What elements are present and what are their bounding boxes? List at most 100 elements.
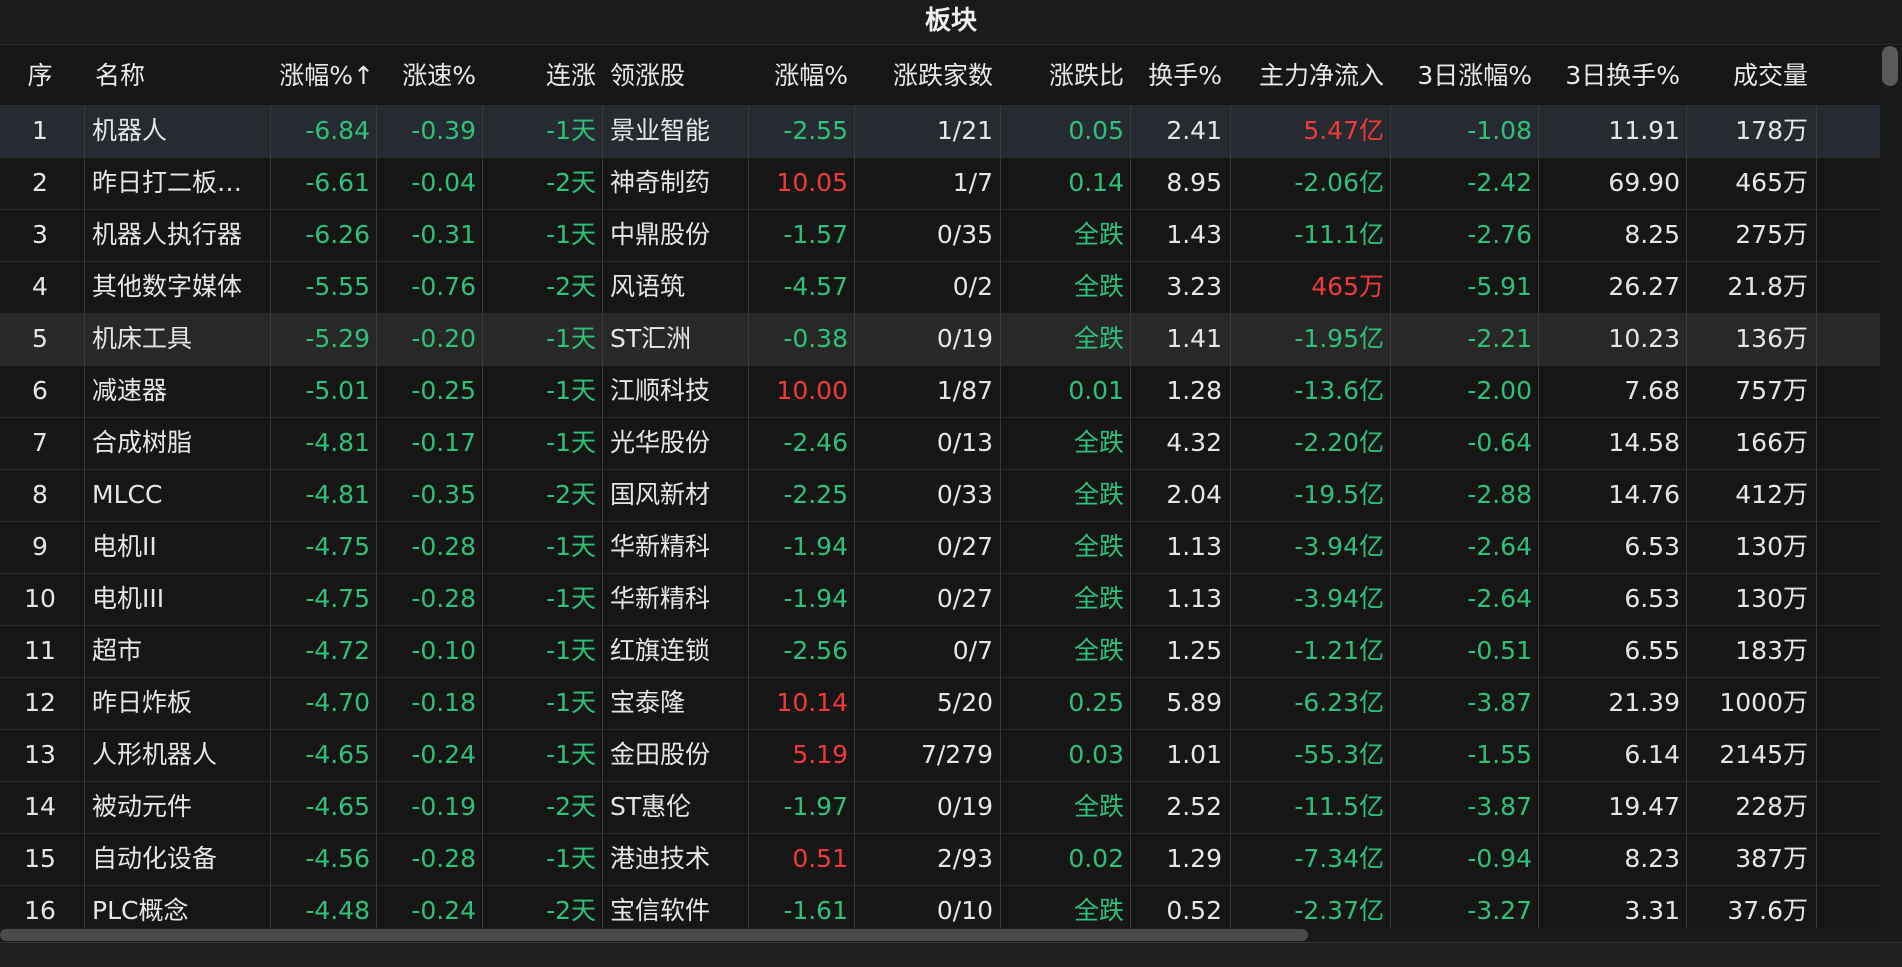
column-divider <box>482 521 483 573</box>
table-row[interactable]: 15 自动化设备 -4.56 -0.28 -1天 港迪技术 0.51 2/93 0.02 1.29… <box>0 833 1880 886</box>
column-divider <box>1538 313 1539 365</box>
column-divider <box>482 313 483 365</box>
column-divider <box>602 833 603 885</box>
cell-ratio: 0.03 <box>1068 740 1124 769</box>
table-row[interactable]: 7 合成树脂 -4.81 -0.17 -1天 光华股份 -2.46 0/13 全跌 4.32 -2.… <box>0 417 1880 470</box>
table-row[interactable]: 3 机器人执行器 -6.26 -0.31 -1天 中鼎股份 -1.57 0/35 全跌 1.43 -… <box>0 209 1880 262</box>
table-row[interactable]: 2 昨日打二板… -6.61 -0.04 -2天 神奇制药 10.05 1/7 0.14 8.95… <box>0 157 1880 210</box>
column-divider <box>1816 833 1817 885</box>
column-divider <box>1686 833 1687 885</box>
column-divider <box>1390 677 1391 729</box>
cell-chg3: -5.91 <box>1467 272 1532 301</box>
table-row[interactable]: 13 人形机器人 -4.65 -0.24 -1天 金田股份 5.19 7/279 0.03 1.0… <box>0 729 1880 782</box>
table-row[interactable]: 6 减速器 -5.01 -0.25 -1天 江顺科技 10.00 1/87 0.01 1.28 -1… <box>0 365 1880 418</box>
column-divider <box>376 625 377 677</box>
cell-ratio: 全跌 <box>1073 480 1124 509</box>
column-divider <box>84 833 85 885</box>
cell-lchg: -4.57 <box>783 272 848 301</box>
table-header: 序名称 涨幅%↑ 涨速% 连涨 领涨股 涨幅% 涨跌家数 涨跌比 换手% 主力净流入 3日涨幅% 3日… <box>0 47 1880 106</box>
column-divider <box>1390 729 1391 781</box>
cell-chg3: -2.00 <box>1467 376 1532 405</box>
table-row[interactable]: 10 电机III -4.75 -0.28 -1天 华新精科 -1.94 0/27 全跌 1.13 -… <box>0 573 1880 626</box>
vertical-scrollbar-track[interactable] <box>1880 47 1902 929</box>
horizontal-scrollbar-thumb[interactable] <box>0 929 1308 941</box>
table-row[interactable]: 5 机床工具 -5.29 -0.20 -1天 ST汇洲 -0.38 0/19 全跌 1.41 -1.… <box>0 313 1880 366</box>
cell-ratio: 全跌 <box>1073 792 1124 821</box>
cell-turn3: 14.58 <box>1608 428 1680 457</box>
cell-idx: 11 <box>24 636 56 665</box>
column-divider <box>482 729 483 781</box>
column-divider <box>1230 209 1231 261</box>
column-divider <box>1686 105 1687 157</box>
column-divider <box>1538 157 1539 209</box>
column-header-streak[interactable]: 连涨 <box>484 47 596 105</box>
column-divider <box>482 885 483 929</box>
cell-lchg: -1.97 <box>783 792 848 821</box>
cell-updown: 5/20 <box>936 688 993 717</box>
cell-volume: 130万 <box>1735 532 1808 561</box>
cell-lchg: -1.61 <box>783 896 848 925</box>
cell-lchg: 10.00 <box>776 376 848 405</box>
table-row[interactable]: 11 超市 -4.72 -0.10 -1天 红旗连锁 -2.56 0/7 全跌 1.25 -1.21… <box>0 625 1880 678</box>
column-header-inflow[interactable]: 主力净流入 <box>1232 47 1384 105</box>
column-divider <box>1816 417 1817 469</box>
column-divider <box>376 365 377 417</box>
column-header-leader[interactable]: 领涨股 <box>610 47 730 105</box>
cell-lchg: -1.57 <box>783 220 848 249</box>
cell-inflow: -6.23亿 <box>1294 688 1384 717</box>
table-row[interactable]: 16 PLC概念 -4.48 -0.24 -2天 宝信软件 -1.61 0/10 全跌 0.52 -… <box>0 885 1880 929</box>
column-divider <box>1538 209 1539 261</box>
cell-volume: 757万 <box>1735 376 1808 405</box>
vertical-scrollbar-thumb[interactable] <box>1882 46 1898 86</box>
column-divider <box>602 677 603 729</box>
column-divider <box>482 209 483 261</box>
column-header-turnover[interactable]: 换手% <box>1130 47 1222 105</box>
column-header-lchg[interactable]: 涨幅% <box>750 47 848 105</box>
column-divider <box>482 157 483 209</box>
column-header-name[interactable]: 名称 <box>95 47 215 105</box>
column-header-chg3[interactable]: 3日涨幅% <box>1392 47 1532 105</box>
cell-inflow: -1.21亿 <box>1294 636 1384 665</box>
column-divider <box>1230 313 1231 365</box>
cell-lchg: -2.25 <box>783 480 848 509</box>
column-divider <box>482 105 483 157</box>
table-row[interactable]: 9 电机II -4.75 -0.28 -1天 华新精科 -1.94 0/27 全跌 1.13 -3.… <box>0 521 1880 574</box>
column-divider <box>1816 781 1817 833</box>
cell-streak: -1天 <box>546 428 596 457</box>
cell-turnover: 3.23 <box>1166 272 1222 301</box>
cell-volume: 412万 <box>1735 480 1808 509</box>
column-divider <box>1390 781 1391 833</box>
column-header-volume[interactable]: 成交量 <box>1688 47 1808 105</box>
column-header-chg[interactable]: 涨幅%↑ <box>272 47 374 105</box>
cell-turnover: 1.25 <box>1166 636 1222 665</box>
cell-name: 电机III <box>92 584 165 613</box>
column-divider <box>602 729 603 781</box>
cell-turnover: 1.01 <box>1166 740 1222 769</box>
column-divider <box>482 781 483 833</box>
column-divider <box>602 105 603 157</box>
column-divider <box>84 885 85 929</box>
column-divider <box>602 469 603 521</box>
column-divider <box>1390 885 1391 929</box>
column-divider <box>84 469 85 521</box>
column-divider <box>1538 573 1539 625</box>
table-row[interactable]: 4 其他数字媒体 -5.55 -0.76 -2天 风语筑 -4.57 0/2 全跌 3.23 465… <box>0 261 1880 314</box>
column-divider <box>1686 573 1687 625</box>
column-header-updown[interactable]: 涨跌家数 <box>855 47 993 105</box>
cell-updown: 2/93 <box>936 844 993 873</box>
cell-chg3: -2.42 <box>1467 168 1532 197</box>
column-divider <box>376 209 377 261</box>
cell-speed: -0.18 <box>411 688 476 717</box>
cell-chg: -4.75 <box>305 584 370 613</box>
cell-ratio: 全跌 <box>1073 584 1124 613</box>
column-header-speed[interactable]: 涨速% <box>378 47 476 105</box>
table-row[interactable]: 8 MLCC -4.81 -0.35 -2天 国风新材 -2.25 0/33 全跌 2.04 -19… <box>0 469 1880 522</box>
column-header-turn3[interactable]: 3日换手% <box>1540 47 1680 105</box>
table-row[interactable]: 14 被动元件 -4.65 -0.19 -2天 ST惠伦 -1.97 0/19 全跌 2.52 -1… <box>0 781 1880 834</box>
column-divider <box>1390 105 1391 157</box>
table-row[interactable]: 1 机器人 -6.84 -0.39 -1天 景业智能 -2.55 1/21 0.05 2.41 5.… <box>0 105 1880 158</box>
cell-speed: -0.20 <box>411 324 476 353</box>
column-header-ratio[interactable]: 涨跌比 <box>1000 47 1124 105</box>
table-row[interactable]: 12 昨日炸板 -4.70 -0.18 -1天 宝泰隆 10.14 5/20 0.25 5.89 -… <box>0 677 1880 730</box>
column-header-idx[interactable]: 序 <box>0 47 80 105</box>
